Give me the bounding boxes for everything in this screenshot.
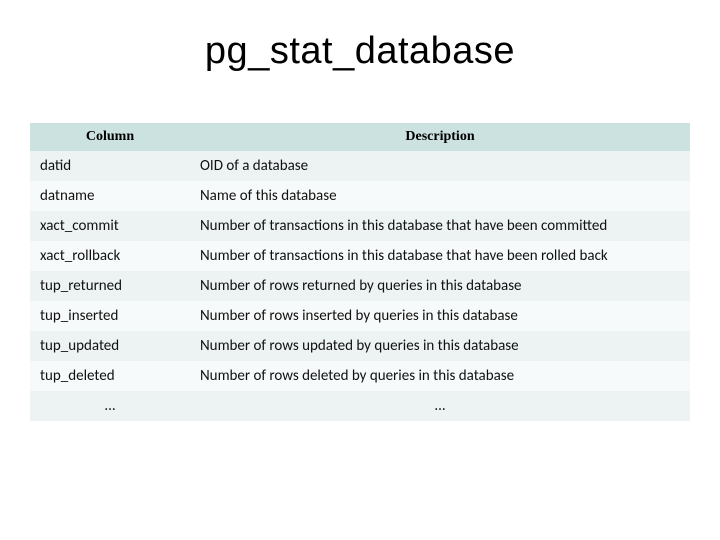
cell-column: tup_returned bbox=[30, 271, 190, 301]
table-row: tup_updated Number of rows updated by qu… bbox=[30, 331, 690, 361]
cell-description: ... bbox=[190, 391, 690, 421]
cell-description: Number of rows updated by queries in thi… bbox=[190, 331, 690, 361]
table-header-row: Column Description bbox=[30, 123, 690, 151]
cell-description: Number of transactions in this database … bbox=[190, 211, 690, 241]
cell-description: Number of rows deleted by queries in thi… bbox=[190, 361, 690, 391]
table-row: xact_commit Number of transactions in th… bbox=[30, 211, 690, 241]
cell-column: tup_inserted bbox=[30, 301, 190, 331]
cell-description: Number of transactions in this database … bbox=[190, 241, 690, 271]
cell-description: Number of rows inserted by queries in th… bbox=[190, 301, 690, 331]
cell-description: Number of rows returned by queries in th… bbox=[190, 271, 690, 301]
table-row: xact_rollback Number of transactions in … bbox=[30, 241, 690, 271]
cell-column: ... bbox=[30, 391, 190, 421]
header-description: Description bbox=[190, 123, 690, 151]
table-row: tup_returned Number of rows returned by … bbox=[30, 271, 690, 301]
header-column: Column bbox=[30, 123, 190, 151]
table-row: tup_inserted Number of rows inserted by … bbox=[30, 301, 690, 331]
cell-description: Name of this database bbox=[190, 181, 690, 211]
cell-description: OID of a database bbox=[190, 151, 690, 181]
cell-column: tup_deleted bbox=[30, 361, 190, 391]
columns-table: Column Description datid OID of a databa… bbox=[30, 123, 690, 421]
table-row-ellipsis: ... ... bbox=[30, 391, 690, 421]
cell-column: xact_commit bbox=[30, 211, 190, 241]
cell-column: datname bbox=[30, 181, 190, 211]
slide: pg_stat_database Column Description dati… bbox=[0, 0, 720, 540]
table-row: datname Name of this database bbox=[30, 181, 690, 211]
table-row: tup_deleted Number of rows deleted by qu… bbox=[30, 361, 690, 391]
table-row: datid OID of a database bbox=[30, 151, 690, 181]
cell-column: datid bbox=[30, 151, 190, 181]
cell-column: tup_updated bbox=[30, 331, 190, 361]
page-title: pg_stat_database bbox=[0, 30, 720, 73]
cell-column: xact_rollback bbox=[30, 241, 190, 271]
